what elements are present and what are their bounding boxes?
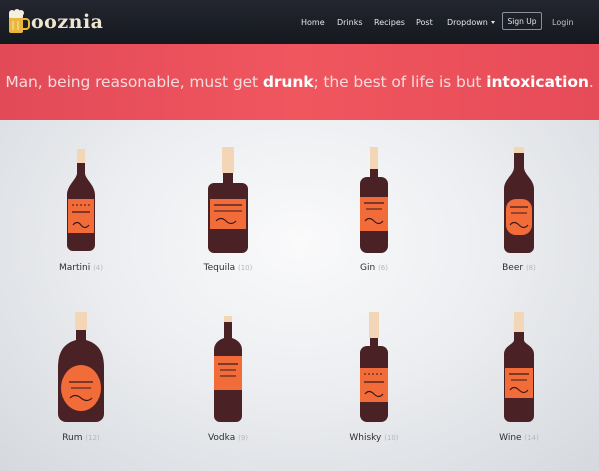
- login-link[interactable]: Login: [552, 0, 574, 44]
- drink-name: Martini: [58, 263, 91, 273]
- vodka-bottle-icon: [214, 316, 242, 422]
- nav-home[interactable]: Home: [301, 18, 325, 27]
- drink-tile-wine[interactable]: Wine (14): [459, 310, 579, 443]
- hero-banner: Man, being reasonable, must get drunk; t…: [0, 44, 599, 120]
- drink-tile-beer[interactable]: Beer (8): [459, 145, 579, 273]
- drink-count: (14): [524, 434, 539, 442]
- whisky-bottle-icon: [360, 312, 388, 422]
- drink-name: Whisky: [349, 433, 382, 443]
- nav-dropdown-label: Dropdown: [447, 17, 488, 27]
- beer-mug-icon: [9, 9, 30, 33]
- drink-label: Wine (14): [459, 433, 579, 443]
- drink-count: (8): [525, 264, 536, 272]
- drink-label: Whisky (10): [314, 433, 434, 443]
- drink-tile-tequila[interactable]: Tequila (10): [168, 145, 288, 273]
- caret-down-icon: [490, 20, 495, 24]
- drink-label: Martini (4): [21, 263, 141, 273]
- quote-emphasis-drunk: drunk: [262, 73, 314, 91]
- drink-name: Tequila: [203, 263, 236, 273]
- drink-count: (10): [237, 264, 253, 272]
- signup-button[interactable]: Sign Up: [502, 12, 542, 30]
- drink-label: Tequila (10): [168, 263, 288, 273]
- drink-count: (9): [238, 434, 249, 442]
- wine-bottle-icon: [504, 312, 534, 422]
- drink-count: (12): [85, 434, 100, 442]
- nav-recipes[interactable]: Recipes: [374, 18, 405, 27]
- nav-drinks[interactable]: Drinks: [337, 18, 363, 27]
- drink-name: Rum: [62, 433, 83, 443]
- drink-name: Gin: [360, 263, 376, 273]
- nav-post[interactable]: Post: [416, 18, 433, 27]
- drink-name: Wine: [499, 433, 522, 443]
- drink-name: Vodka: [207, 433, 236, 443]
- nav-dropdown[interactable]: Dropdown: [447, 0, 495, 44]
- drink-count: (4): [93, 264, 103, 272]
- brand-logo[interactable]: ooznia: [8, 7, 103, 37]
- drink-label: Rum (12): [21, 433, 141, 443]
- beer-bottle-icon: [504, 147, 534, 253]
- drink-count: (10): [384, 434, 399, 442]
- drink-label: Vodka (9): [168, 433, 288, 443]
- rum-bottle-icon: [58, 312, 104, 422]
- drink-tile-martini[interactable]: Martini (4): [21, 145, 141, 273]
- hero-quote: Man, being reasonable, must get drunk; t…: [5, 73, 593, 91]
- brand-name: ooznia: [31, 11, 104, 33]
- drink-name: Beer: [502, 263, 524, 273]
- drink-label: Gin (6): [314, 263, 434, 273]
- gin-bottle-icon: [360, 147, 388, 253]
- drink-tile-whisky[interactable]: Whisky (10): [314, 310, 434, 443]
- drinks-grid: Martini (4) Tequila (10) Gin (6) Beer (8…: [0, 120, 599, 471]
- tequila-bottle-icon: [208, 147, 248, 253]
- drink-tile-gin[interactable]: Gin (6): [314, 145, 434, 273]
- navbar: ooznia Home Drinks Recipes Post Dropdown…: [0, 0, 599, 44]
- quote-prefix: Man, being reasonable, must get: [5, 73, 263, 91]
- quote-middle: ; the best of life is but: [313, 73, 487, 91]
- quote-suffix: .: [588, 73, 594, 91]
- quote-emphasis-intoxication: intoxication: [486, 73, 589, 91]
- drink-tile-vodka[interactable]: Vodka (9): [168, 310, 288, 443]
- martini-bottle-icon: [67, 149, 95, 251]
- drink-count: (6): [378, 264, 388, 272]
- drink-tile-rum[interactable]: Rum (12): [21, 310, 141, 443]
- drink-label: Beer (8): [459, 263, 579, 273]
